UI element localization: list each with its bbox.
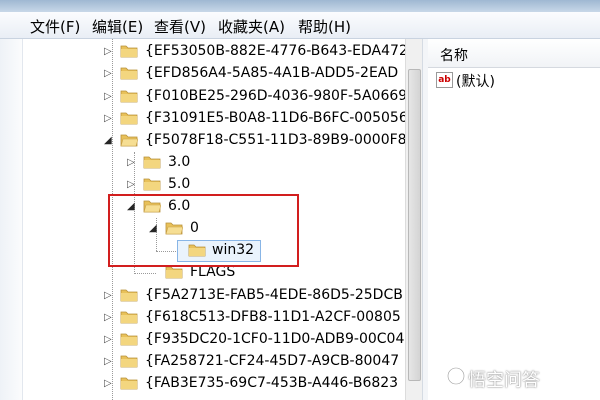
menu-bar: 文件(F) 编辑(E) 查看(V) 收藏夹(A) 帮助(H) bbox=[0, 12, 600, 39]
value-row-default[interactable]: ab (默认) bbox=[436, 70, 596, 92]
tree-item-label: {EFD856A4-5A85-4A1B-ADD5-2EAD bbox=[145, 65, 399, 81]
tree-item-label: 3.0 bbox=[168, 154, 191, 170]
folder-icon bbox=[120, 45, 138, 58]
tree-item-label: 5.0 bbox=[168, 176, 191, 192]
menu-favorites[interactable]: 收藏夹(A) bbox=[218, 16, 285, 37]
menu-file[interactable]: 文件(F) bbox=[30, 16, 80, 37]
tree-item[interactable]: ▷ 5.0 bbox=[0, 174, 406, 196]
tree-item[interactable]: ▷ 3.0 bbox=[0, 152, 406, 174]
folder-icon bbox=[120, 90, 138, 103]
collapse-arrow-icon[interactable]: ◢ bbox=[104, 135, 112, 147]
expand-arrow-icon[interactable]: ▷ bbox=[104, 312, 112, 324]
tree-item-label: {F010BE25-296D-4036-980F-5A0669 bbox=[145, 88, 406, 104]
annotation-highlight-box bbox=[108, 194, 299, 267]
watermark-text: 悟空问答 bbox=[468, 370, 540, 391]
menu-help[interactable]: 帮助(H) bbox=[298, 16, 351, 37]
tree-item-label: {F935DC20-1CF0-11D0-ADB9-00C04 bbox=[145, 331, 405, 347]
folder-icon bbox=[120, 311, 138, 324]
tree-item[interactable]: ▷ {EFD856A4-5A85-4A1B-ADD5-2EAD bbox=[0, 63, 406, 85]
menu-view[interactable]: 查看(V) bbox=[154, 16, 206, 37]
tree-item-label: {EF53050B-882E-4776-B643-EDA472 bbox=[145, 43, 406, 59]
tree-vertical-scrollbar[interactable] bbox=[405, 39, 422, 400]
folder-icon bbox=[120, 67, 138, 80]
value-name: (默认) bbox=[456, 74, 495, 90]
tree-item-label: {F31091E5-B0A8-11D6-B6FC-005056 bbox=[145, 110, 406, 126]
string-value-icon: ab bbox=[436, 72, 453, 88]
folder-icon bbox=[120, 333, 138, 346]
open-folder-icon bbox=[120, 134, 138, 147]
expand-arrow-icon[interactable]: ▷ bbox=[104, 46, 112, 58]
values-pane[interactable] bbox=[428, 39, 600, 400]
tree-item-label: {FAB3E735-69C7-453B-A446-B6823 bbox=[145, 375, 399, 391]
expand-arrow-icon[interactable]: ▷ bbox=[127, 157, 135, 169]
tree-item-label: {F5078F18-C551-11D3-89B9-0000F8 bbox=[145, 132, 406, 148]
tree-item[interactable]: ▷ {FA258721-CF24-45D7-A9CB-80047 bbox=[0, 351, 406, 373]
watermark-logo-icon bbox=[447, 367, 465, 385]
menu-edit[interactable]: 编辑(E) bbox=[92, 16, 143, 37]
folder-icon bbox=[120, 377, 138, 390]
tree-item[interactable]: ▷ {F935DC20-1CF0-11D0-ADB9-00C04 bbox=[0, 329, 406, 351]
column-header-label: 名称 bbox=[440, 48, 468, 64]
tree-item[interactable]: ▷ {F31091E5-B0A8-11D6-B6FC-005056 bbox=[0, 108, 406, 130]
folder-icon bbox=[143, 156, 161, 169]
tree-item-label: {FA258721-CF24-45D7-A9CB-80047 bbox=[145, 353, 400, 369]
window-title-strip bbox=[0, 0, 600, 12]
folder-icon bbox=[165, 266, 183, 279]
expand-arrow-icon[interactable]: ▷ bbox=[127, 179, 135, 191]
folder-icon bbox=[120, 289, 138, 302]
expand-arrow-icon[interactable]: ▷ bbox=[104, 334, 112, 346]
tree-item[interactable]: ▷ {F618C513-DFB8-11D1-A2CF-00805 bbox=[0, 307, 406, 329]
scrollbar-thumb[interactable] bbox=[408, 69, 421, 381]
tree-item[interactable]: ▷ {FAB3E735-69C7-453B-A446-B6823 bbox=[0, 373, 406, 395]
tree-item[interactable]: ▷ {F5A2713E-FAB5-4EDE-86D5-25DCB bbox=[0, 285, 406, 307]
expand-arrow-icon[interactable]: ▷ bbox=[104, 356, 112, 368]
expand-arrow-icon[interactable]: ▷ bbox=[104, 91, 112, 103]
expand-arrow-icon[interactable]: ▷ bbox=[104, 113, 112, 125]
folder-icon bbox=[120, 355, 138, 368]
tree-item[interactable]: ▷ {EF53050B-882E-4776-B643-EDA472 bbox=[0, 41, 406, 63]
tree-item-label: {F618C513-DFB8-11D1-A2CF-00805 bbox=[145, 309, 401, 325]
tree-item-label: {F5A2713E-FAB5-4EDE-86D5-25DCB bbox=[145, 287, 403, 303]
folder-icon bbox=[120, 112, 138, 125]
tree-item[interactable]: ▷ {F010BE25-296D-4036-980F-5A0669 bbox=[0, 86, 406, 108]
expand-arrow-icon[interactable]: ▷ bbox=[104, 378, 112, 390]
expand-arrow-icon[interactable]: ▷ bbox=[104, 68, 112, 80]
column-header-name[interactable]: 名称 bbox=[428, 39, 600, 68]
folder-icon bbox=[143, 178, 161, 191]
expand-arrow-icon[interactable]: ▷ bbox=[104, 290, 112, 302]
tree-item-expanded[interactable]: ◢ {F5078F18-C551-11D3-89B9-0000F8 bbox=[0, 130, 406, 152]
